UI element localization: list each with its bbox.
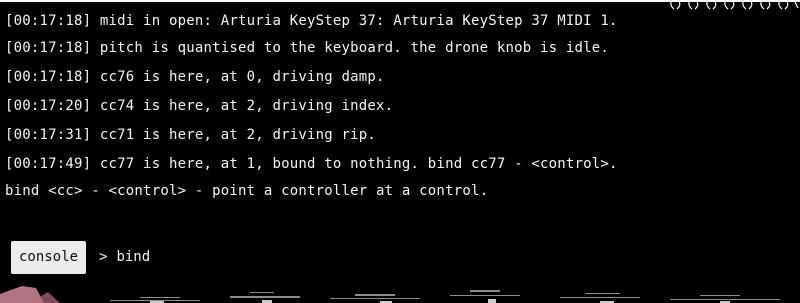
command-prompt: console > xyxy=(11,240,677,274)
log-line: [00:17:49] cc77 is here, at 1, bound to … xyxy=(5,156,618,172)
log-line: bind <cc> - <control> - point a controll… xyxy=(5,183,489,199)
waveform-strip xyxy=(0,286,780,303)
glitch-glyphs-icon xyxy=(670,0,799,10)
console-tab[interactable]: console xyxy=(11,240,87,274)
console-log: [00:17:18] midi in open: Arturia KeyStep… xyxy=(5,14,795,199)
log-line: [00:17:18] cc76 is here, at 0, driving d… xyxy=(5,69,385,85)
log-line: [00:17:18] pitch is quantised to the key… xyxy=(5,40,610,56)
log-line: [00:17:18] midi in open: Arturia KeyStep… xyxy=(5,13,618,29)
prompt-chevron-icon: > xyxy=(99,249,108,265)
log-line: [00:17:31] cc71 is here, at 2, driving r… xyxy=(5,127,377,143)
command-input[interactable] xyxy=(116,249,677,265)
log-line: [00:17:20] cc74 is here, at 2, driving i… xyxy=(5,98,394,114)
